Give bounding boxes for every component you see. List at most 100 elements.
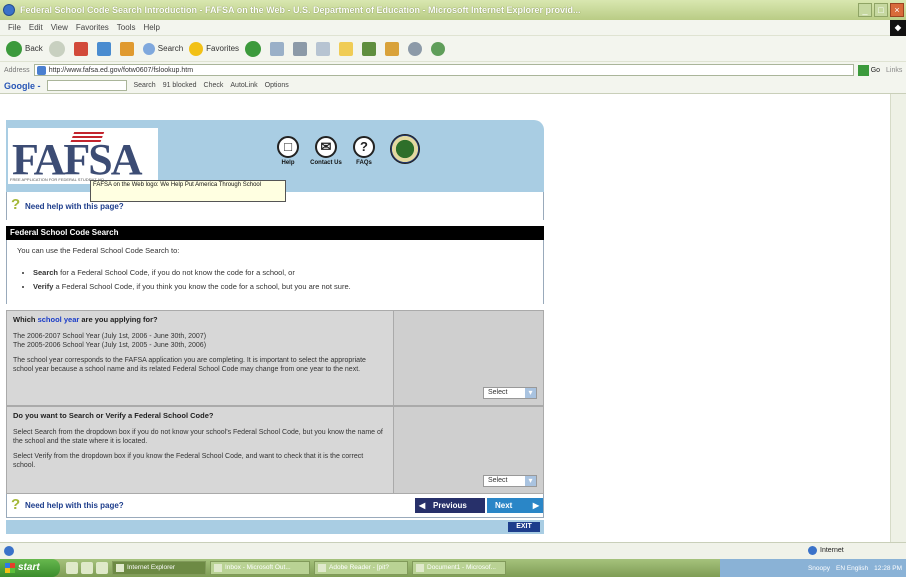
print-button[interactable]	[293, 41, 310, 56]
history-icon	[245, 40, 262, 57]
search-label: Search	[157, 44, 184, 53]
mail-button[interactable]	[270, 41, 287, 56]
maximize-button[interactable]: □	[874, 3, 888, 17]
quick-launch-icon[interactable]	[96, 562, 108, 574]
go-arrow-icon	[857, 64, 869, 76]
go-button[interactable]: Go	[857, 64, 880, 76]
search-verify-select-cell: Select	[393, 407, 543, 493]
need-help-link-bottom[interactable]: Need help with this page?	[25, 501, 124, 510]
school-year-link[interactable]: school year	[38, 315, 80, 324]
department-of-education-seal[interactable]	[390, 134, 420, 164]
taskbar-item-internet-explorer[interactable]: Internet Explorer	[112, 561, 206, 575]
menu-bar: File Edit View Favorites Tools Help ◆	[0, 20, 906, 36]
links-button[interactable]: Links	[886, 67, 902, 74]
menu-help[interactable]: Help	[143, 23, 159, 32]
zone-label: Internet	[820, 547, 844, 554]
start-button[interactable]: start	[0, 559, 60, 577]
close-button[interactable]: ×	[890, 3, 904, 17]
school-year-title: Which school year are you applying for?	[13, 315, 387, 324]
users-button[interactable]	[431, 41, 448, 56]
research-button[interactable]	[362, 41, 379, 56]
vertical-scrollbar[interactable]	[890, 94, 906, 542]
help-nav-button[interactable]: □ Help	[268, 136, 308, 166]
school-year-question: Which school year are you applying for? …	[6, 310, 544, 406]
option-text: The 2006-2007 School Year (July 1st, 200…	[13, 333, 207, 340]
address-input[interactable]: http://www.fafsa.ed.gov/fotw0607/fslooku…	[33, 64, 854, 76]
logo-tooltip: FAFSA on the Web logo: We Help Put Ameri…	[90, 180, 286, 202]
fafsa-logo[interactable]: FAFSA FREE APPLICATION FOR FEDERAL STUDE…	[8, 128, 158, 184]
minimize-button[interactable]: _	[858, 3, 872, 17]
taskbar-item-word[interactable]: Document1 - Microsof...	[412, 561, 506, 575]
taskbar-item-outlook[interactable]: Inbox - Microsoft Out...	[210, 561, 310, 575]
previous-button[interactable]: Previous	[415, 498, 485, 513]
search-button[interactable]: Search	[142, 42, 184, 55]
autolink-button[interactable]: AutoLink	[230, 82, 257, 89]
home-icon	[119, 41, 134, 56]
menu-favorites[interactable]: Favorites	[76, 23, 109, 32]
page-content: FAFSA FREE APPLICATION FOR FEDERAL STUDE…	[0, 94, 906, 542]
address-bar: Address http://www.fafsa.ed.gov/fotw0607…	[0, 62, 906, 78]
history-button[interactable]	[245, 40, 264, 57]
taskbar: start Internet Explorer Inbox - Microsof…	[0, 559, 906, 577]
home-button[interactable]	[119, 41, 137, 56]
google-search-button[interactable]: Search	[134, 82, 156, 89]
next-button[interactable]: Next	[487, 498, 543, 513]
google-toolbar: Google - Search 91 blocked Check AutoLin…	[0, 78, 906, 94]
menu-view[interactable]: View	[51, 23, 68, 32]
bullet-keyword: Search	[33, 268, 59, 277]
section-title: Federal School Code Search	[6, 226, 544, 240]
bullet-text: a Federal School Code, if you think you …	[53, 282, 351, 291]
google-options-button[interactable]: Options	[265, 82, 289, 89]
menu-tools[interactable]: Tools	[117, 23, 136, 32]
faqs-button[interactable]: ? FAQs	[344, 136, 384, 166]
navigation-bar: Need help with this page? Previous Next	[6, 494, 544, 518]
help-question-icon	[11, 196, 23, 214]
bullet-keyword: Verify	[33, 282, 54, 291]
school-year-text: Which school year are you applying for? …	[7, 311, 393, 405]
window-controls: _ □ ×	[858, 3, 904, 17]
help-nav-label: Help	[281, 160, 295, 166]
back-button[interactable]: Back	[6, 40, 43, 57]
school-year-select[interactable]: Select	[483, 387, 537, 399]
security-zone: Internet	[808, 546, 844, 555]
search-verify-select[interactable]: Select	[483, 475, 537, 487]
help-question-icon	[11, 496, 23, 514]
favorites-button[interactable]: Favorites	[189, 41, 240, 56]
discuss-icon	[408, 41, 423, 56]
spell-check-button[interactable]: Check	[204, 82, 224, 89]
menu-file[interactable]: File	[8, 23, 21, 32]
forward-button[interactable]	[48, 40, 68, 57]
taskbar-item-adobe-reader[interactable]: Adobe Reader - [pit?	[314, 561, 408, 575]
fafsa-panel: FAFSA FREE APPLICATION FOR FEDERAL STUDE…	[6, 120, 544, 540]
messenger-button[interactable]	[385, 41, 402, 56]
favorites-label: Favorites	[206, 44, 240, 53]
language-indicator[interactable]: EN English	[836, 565, 868, 572]
google-logo[interactable]: Google -	[4, 81, 41, 91]
tray-text: Snoopy	[807, 564, 831, 572]
refresh-button[interactable]	[96, 41, 114, 56]
search-verify-text: Do you want to Search or Verify a Federa…	[7, 407, 393, 493]
contact-us-button[interactable]: ✉ Contact Us	[306, 136, 346, 166]
back-arrow-icon	[6, 40, 22, 57]
verify-instructions: Select Verify from the dropdown box if y…	[13, 453, 364, 469]
need-help-link-top[interactable]: Need help with this page?	[25, 202, 124, 211]
option-text: The 2005-2006 School Year (July 1st, 200…	[13, 342, 207, 349]
search-instructions: Select Search from the dropdown box if y…	[13, 429, 383, 445]
window-titlebar[interactable]: Federal School Code Search Introduction …	[0, 0, 906, 20]
list-item: Verify a Federal School Code, if you thi…	[33, 282, 351, 291]
edit-button[interactable]	[316, 41, 333, 56]
mail-icon: ✉	[315, 136, 337, 158]
folder-button[interactable]	[339, 41, 356, 56]
title-text: Which	[13, 315, 38, 324]
system-tray: Snoopy EN English 12:28 PM	[720, 559, 906, 577]
exit-button[interactable]: EXIT	[508, 522, 540, 532]
internet-explorer-icon	[3, 4, 15, 16]
quick-launch-icon[interactable]	[81, 562, 93, 574]
standard-toolbar: Back Search Favorites	[0, 36, 906, 62]
menu-edit[interactable]: Edit	[29, 23, 43, 32]
quick-launch-icon[interactable]	[66, 562, 78, 574]
discuss-button[interactable]	[408, 41, 425, 56]
popup-blocked-count[interactable]: 91 blocked	[163, 82, 197, 89]
google-search-input[interactable]	[46, 80, 127, 91]
stop-button[interactable]	[73, 41, 91, 56]
